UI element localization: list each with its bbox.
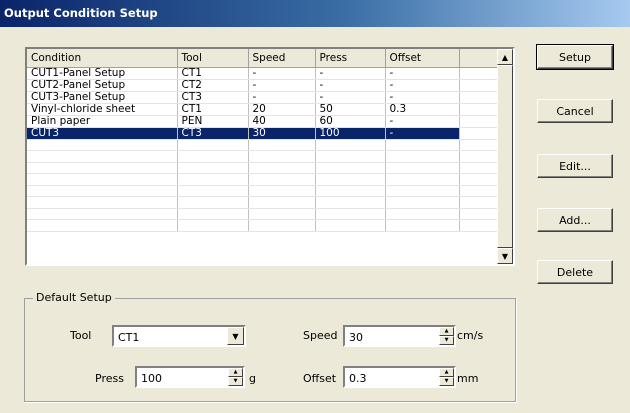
spin-down-icon[interactable]: ▼	[228, 377, 243, 386]
spin-down-icon[interactable]: ▼	[439, 377, 454, 386]
cell-tool: CT2	[177, 79, 249, 92]
cell-tool: PEN	[177, 115, 249, 128]
press-value: 100	[141, 372, 162, 385]
edit-button[interactable]: Edit...	[537, 154, 613, 178]
cell-condition: CUT2-Panel Setup	[27, 79, 178, 92]
cell-speed: 40	[248, 115, 316, 128]
cell-press: -	[315, 91, 386, 104]
table-row-empty[interactable]	[27, 173, 498, 186]
window-title: Output Condition Setup	[4, 6, 158, 20]
table-row-empty[interactable]	[27, 162, 498, 174]
offset-unit: mm	[457, 372, 479, 385]
tool-select-value: CT1	[118, 331, 140, 344]
column-header-condition[interactable]: Condition	[27, 49, 178, 68]
speed-value: 30	[349, 331, 363, 344]
table-row[interactable]: CUT3-Panel Setup CT3 - - -	[27, 91, 498, 104]
offset-value: 0.3	[349, 372, 367, 385]
title-bar[interactable]: Output Condition Setup	[0, 0, 630, 27]
delete-button[interactable]: Delete	[537, 260, 613, 284]
cell-speed: -	[248, 91, 316, 104]
cell-offset: -	[385, 127, 460, 140]
cell-offset: 0.3	[385, 103, 460, 116]
column-header-offset[interactable]: Offset	[385, 49, 460, 68]
cell-tool: CT1	[177, 103, 249, 116]
cell-offset: -	[385, 67, 460, 80]
cell-condition: CUT3-Panel Setup	[27, 91, 178, 104]
cell-speed: -	[248, 79, 316, 92]
chevron-down-icon[interactable]: ▼	[227, 327, 244, 345]
list-vertical-scrollbar[interactable]: ▲ ▼	[497, 49, 513, 264]
cell-tool: CT3	[177, 127, 249, 140]
table-row-empty[interactable]	[27, 150, 498, 163]
cell-tool: CT3	[177, 91, 249, 104]
table-row[interactable]: CUT1-Panel Setup CT1 - - -	[27, 67, 498, 80]
speed-unit: cm/s	[457, 329, 484, 342]
column-header-press[interactable]: Press	[315, 49, 386, 68]
column-header-blank	[459, 49, 498, 68]
cell-speed: 20	[248, 103, 316, 116]
cell-condition: Plain paper	[27, 115, 178, 128]
press-label: Press	[95, 372, 124, 385]
cell-press: -	[315, 79, 386, 92]
table-row-empty[interactable]	[27, 139, 498, 151]
cell-tool: CT1	[177, 67, 249, 80]
cell-offset: -	[385, 79, 460, 92]
cell-offset: -	[385, 115, 460, 128]
setup-button[interactable]: Setup	[536, 44, 614, 70]
table-row-empty[interactable]	[27, 208, 498, 220]
spin-up-icon[interactable]: ▲	[228, 368, 243, 377]
spin-up-icon[interactable]: ▲	[439, 368, 454, 377]
press-unit: g	[249, 372, 256, 385]
cancel-button[interactable]: Cancel	[537, 99, 613, 123]
offset-label: Offset	[303, 372, 337, 385]
table-row-empty[interactable]	[27, 185, 498, 197]
speed-spin-buttons[interactable]: ▲ ▼	[439, 327, 454, 345]
scroll-thumb[interactable]	[497, 65, 513, 248]
offset-stepper[interactable]: 0.3 ▲ ▼	[343, 366, 456, 388]
cell-condition: Vinyl-chloride sheet	[27, 103, 178, 116]
spin-up-icon[interactable]: ▲	[439, 327, 454, 336]
column-header-speed[interactable]: Speed	[248, 49, 316, 68]
table-row[interactable]: Plain paper PEN 40 60 -	[27, 115, 498, 128]
table-header-row: Condition Tool Speed Press Offset	[27, 49, 498, 68]
default-setup-legend: Default Setup	[33, 291, 115, 304]
cell-offset: -	[385, 91, 460, 104]
press-spin-buttons[interactable]: ▲ ▼	[228, 368, 243, 386]
speed-stepper[interactable]: 30 ▲ ▼	[343, 325, 456, 347]
cell-press: 50	[315, 103, 386, 116]
cell-press: 60	[315, 115, 386, 128]
tool-label: Tool	[70, 329, 92, 342]
table-row[interactable]: CUT2-Panel Setup CT2 - - -	[27, 79, 498, 92]
cell-condition: CUT3	[27, 127, 178, 140]
condition-list[interactable]: Condition Tool Speed Press Offset CUT1-P…	[25, 47, 515, 266]
speed-label: Speed	[303, 329, 338, 342]
scroll-up-icon[interactable]: ▲	[497, 49, 513, 65]
cell-speed: -	[248, 67, 316, 80]
table-row-empty[interactable]	[27, 219, 498, 232]
condition-table: Condition Tool Speed Press Offset CUT1-P…	[27, 49, 498, 232]
table-row-empty[interactable]	[27, 196, 498, 209]
offset-spin-buttons[interactable]: ▲ ▼	[439, 368, 454, 386]
cell-press: 100	[315, 127, 386, 140]
table-row-selected[interactable]: CUT3 CT3 30 100 -	[27, 127, 498, 140]
cell-condition: CUT1-Panel Setup	[27, 67, 178, 80]
column-header-tool[interactable]: Tool	[177, 49, 249, 68]
tool-select[interactable]: CT1 ▼	[112, 325, 246, 347]
table-row[interactable]: Vinyl-chloride sheet CT1 20 50 0.3	[27, 103, 498, 116]
cell-press: -	[315, 67, 386, 80]
cell-speed: 30	[248, 127, 316, 140]
add-button[interactable]: Add...	[537, 208, 613, 232]
scroll-down-icon[interactable]: ▼	[497, 248, 513, 264]
press-stepper[interactable]: 100 ▲ ▼	[135, 366, 245, 388]
spin-down-icon[interactable]: ▼	[439, 336, 454, 345]
